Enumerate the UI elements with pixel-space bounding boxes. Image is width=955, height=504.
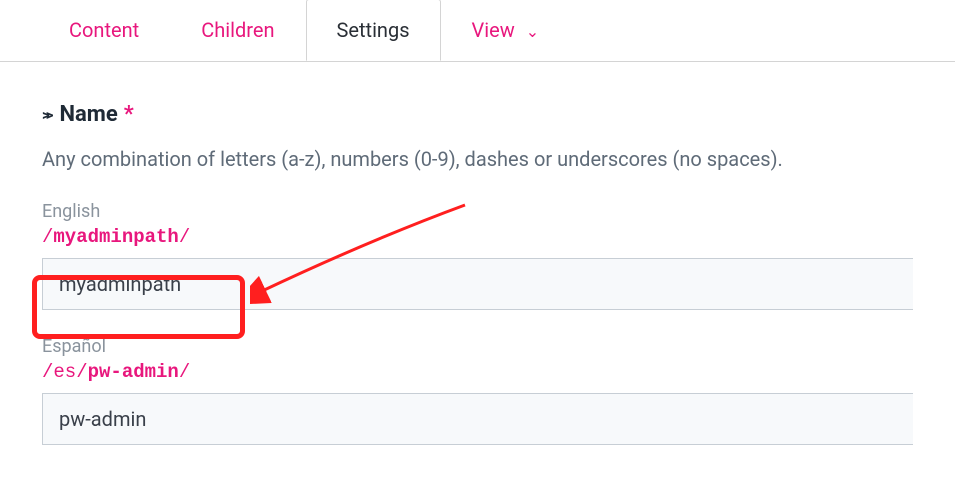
name-input-english[interactable] — [42, 258, 913, 310]
tab-children[interactable]: Children — [170, 0, 305, 61]
lang-block-english: English /myadminpath/ — [42, 201, 913, 310]
path-display: /myadminpath/ — [42, 226, 913, 248]
tab-view-label: View — [472, 18, 515, 42]
lang-label: Español — [42, 336, 913, 357]
field-description: Any combination of letters (a-z), number… — [42, 147, 913, 171]
lang-label: English — [42, 201, 913, 222]
field-header: >> Name * — [42, 102, 913, 127]
path-prefix: /es/ — [42, 361, 88, 383]
path-suffix: / — [179, 361, 190, 383]
input-wrap — [42, 393, 913, 445]
name-input-espanol[interactable] — [42, 393, 913, 445]
required-mark: * — [124, 102, 134, 127]
chevron-down-icon: ⌄ — [526, 22, 539, 41]
path-bold: pw-admin — [88, 361, 179, 383]
lang-block-espanol: Español /es/pw-admin/ — [42, 336, 913, 445]
settings-panel: >> Name * Any combination of letters (a-… — [0, 61, 955, 501]
tab-bar: Content Children Settings View ⌄ — [0, 0, 955, 62]
tab-view[interactable]: View ⌄ — [441, 0, 571, 61]
path-prefix: / — [42, 226, 53, 248]
path-display: /es/pw-admin/ — [42, 361, 913, 383]
double-caret-icon: >> — [42, 106, 49, 124]
tab-content[interactable]: Content — [38, 0, 170, 61]
field-title: Name — [59, 102, 117, 127]
path-bold: myadminpath — [53, 226, 178, 248]
tab-settings[interactable]: Settings — [306, 0, 441, 61]
path-suffix: / — [179, 226, 190, 248]
input-wrap — [42, 258, 913, 310]
